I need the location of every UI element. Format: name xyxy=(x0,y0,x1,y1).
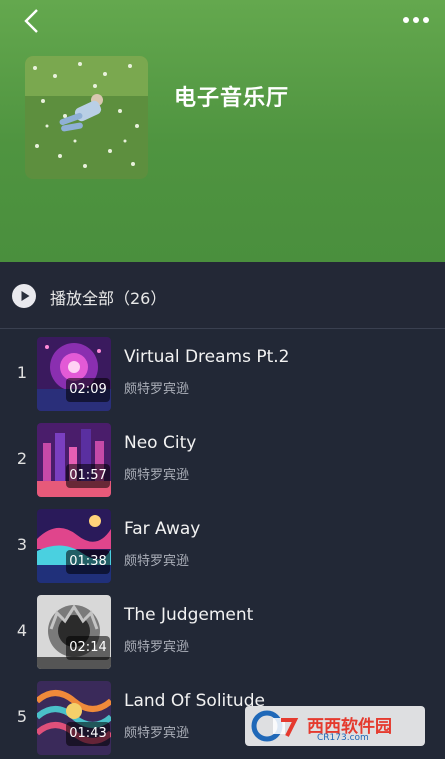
track-number: 3 xyxy=(16,535,28,554)
song-title: The Judgement xyxy=(124,605,254,625)
duration-badge: 01:38 xyxy=(66,550,110,574)
list-item[interactable]: 3 01:38 Far Away 颇特罗宾逊 xyxy=(0,501,445,587)
duration-badge: 01:43 xyxy=(66,722,110,746)
song-title: Virtual Dreams Pt.2 xyxy=(124,347,290,367)
song-title: Far Away xyxy=(124,519,201,539)
song-artist: 颇特罗宾逊 xyxy=(124,640,190,655)
play-all-label[interactable]: 播放全部（26） xyxy=(50,285,166,309)
song-title: Neo City xyxy=(124,433,197,453)
list-item[interactable]: 1 02:09 Virtual Dreams Pt.2 颇特罗宾逊 xyxy=(0,329,445,415)
chevron-left-icon[interactable] xyxy=(18,6,48,36)
list-item[interactable]: 2 01:57 Neo City 颇特罗宾逊 xyxy=(0,415,445,501)
list-item[interactable]: 4 02:14 The Judgement 颇特罗宾逊 xyxy=(0,587,445,673)
playlist-cover-image xyxy=(25,56,148,179)
song-artist: 颇特罗宾逊 xyxy=(124,726,190,741)
play-circle-icon[interactable] xyxy=(12,284,36,308)
duration-badge: 02:14 xyxy=(66,636,110,660)
playlist-header: 电子音乐厅 xyxy=(0,0,445,262)
watermark: 西西软件园 CR173.com xyxy=(245,706,425,746)
track-number: 1 xyxy=(16,363,28,382)
watermark-subtext: CR173.com xyxy=(317,733,369,743)
song-title: Land Of Solitude xyxy=(124,691,265,711)
duration-badge: 02:09 xyxy=(66,378,110,402)
track-number: 5 xyxy=(16,707,28,726)
more-dots-icon[interactable] xyxy=(401,10,431,30)
song-artist: 颇特罗宾逊 xyxy=(124,554,190,569)
track-number: 2 xyxy=(16,449,28,468)
duration-badge: 01:57 xyxy=(66,464,110,488)
playlist-title: 电子音乐厅 xyxy=(174,86,290,111)
song-artist: 颇特罗宾逊 xyxy=(124,382,190,397)
track-number: 4 xyxy=(16,621,28,640)
watermark-logo-icon xyxy=(251,710,299,742)
song-artist: 颇特罗宾逊 xyxy=(124,468,190,483)
